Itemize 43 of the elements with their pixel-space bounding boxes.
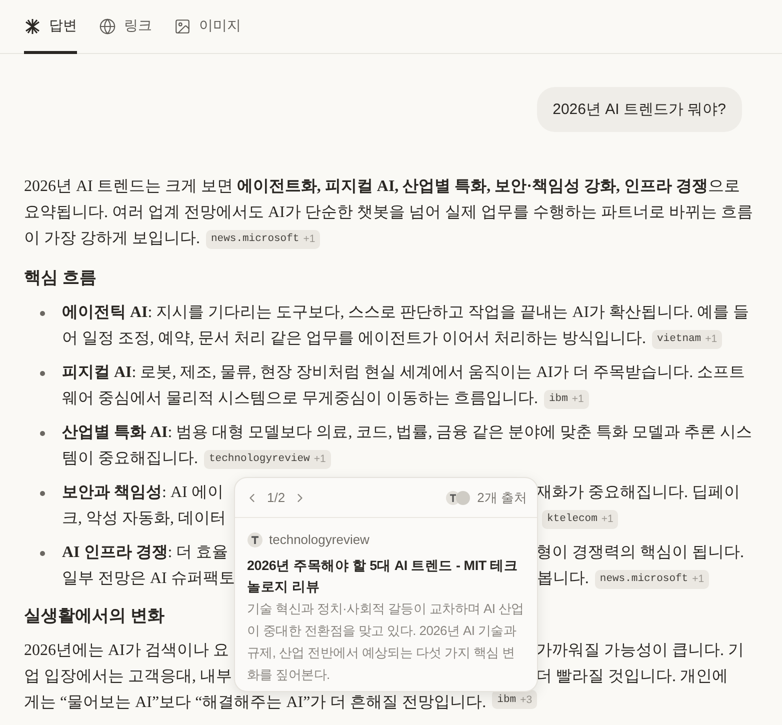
section-heading: 핵심 흐름 [24, 267, 97, 289]
citation-chip[interactable]: ibm +3 [492, 690, 538, 709]
image-icon [174, 18, 191, 34]
list-item-text: 피지컬 AI: 로봇, 제조, 물류, 현장 장비처럼 현실 세계에서 움직이는 AI가 더 주목받습니다. 소프트웨어 중심에서 물리적 시스템으로 무게중심이 이동하는 흐름입니다. ibm +1 [62, 360, 758, 412]
article-description: 기술 혁신과 정치·사회적 갈등이 교차하며 AI 산업이 중대한 전환점을 맞고 있다. 2026년 AI 기술과 규제, 산업 전반에서 예상되는 다섯 가지 핵심 변화를 짚어본다. [247, 600, 525, 684]
paragraph-line: 게는 “물어보는 AI”보다 “해결해주는 AI”가 더 흔해질 전망입니다. [24, 693, 486, 713]
tab[interactable]: 이미지 [174, 0, 241, 54]
list-item-text: 에이전틱 AI: 지시를 기다리는 도구보다, 스스로 판단하고 작업을 끝내는 AI가 확산됩니다. 예를 들어 일정 조정, 예약, 문서 처리 같은 업무를 에이전트가 이어서 처리하는 방식입니다. vietnam +1 [62, 300, 758, 352]
article-title[interactable]: 2026년 주목해야 할 5대 AI 트렌드 - MIT 테크놀로지 리뷰 [247, 555, 525, 597]
list-item-text: 산업별 특화 AI: 범용 대형 모델보다 의료, 코드, 법률, 금융 같은 분야에 맞춘 특화 모델과 추론 시스템이 중요해집니다. technologyreview +1 [62, 420, 758, 472]
paragraph-line: 크, 악성 자동화, 데이터 [62, 510, 226, 527]
page-indicator: 1/2 [267, 488, 286, 506]
paragraph-line: 재화가 중요해집니다. 딥페이 [536, 484, 740, 501]
tab[interactable]: 링크 [99, 0, 152, 54]
paragraph-line: 일부 전망은 AI 슈퍼팩토 [62, 570, 235, 587]
bullet [40, 431, 45, 436]
paragraph-line: 형이 경쟁력의 핵심이 됩니다. [536, 544, 744, 561]
source-logos-icon [445, 490, 472, 506]
paragraph-line: 봅니다. [536, 570, 589, 587]
citation-chip[interactable]: technologyreview +1 [204, 450, 331, 468]
globe-icon [99, 18, 116, 34]
paragraph-line: 업 입장에서는 고객응대, 내부 [24, 668, 232, 685]
citation-chip[interactable]: news.microsoft +1 [206, 230, 320, 248]
spark-icon [24, 18, 41, 34]
paragraph-line: 2026년에는 AI가 검색이나 요 [24, 642, 229, 659]
user-message: 2026년 AI 트렌드가 뭐야? [536, 87, 742, 132]
citation-chip[interactable]: ktelecom +1 [542, 510, 618, 528]
citation-chip[interactable]: ibm +1 [544, 390, 589, 408]
bullet [40, 311, 45, 316]
section-heading: 실생활에서의 변화 [24, 605, 165, 627]
paragraph-line: 보안과 책임성: AI 에이 [62, 484, 224, 501]
bullet [40, 371, 45, 376]
paragraph: 2026년 AI 트렌드는 크게 보면 에이전트화, 피지컬 AI, 산업별 특화, 보안·책임성 강화, 인프라 경쟁으로 요약됩니다. 여러 업계 전망에서도 AI가 단순한 챗봇을 넘어 실제 업무를 수행하는 파트너로 바뀌는 흐름이 가장 강하게 보입니다. news.microsoft +1 [24, 177, 754, 250]
citation-chip[interactable]: vietnam +1 [652, 330, 722, 348]
paragraph-line: 가까워질 가능성이 큽니다. 기 [536, 642, 744, 659]
paragraph-line: AI 인프라 경쟁: 더 효율 [62, 544, 228, 561]
bullet [40, 551, 45, 556]
tab[interactable]: 답변 [24, 0, 77, 54]
sources-count: 2개 출처 [477, 488, 527, 506]
bullet [40, 491, 45, 496]
source-logo-icon [247, 532, 263, 548]
source-name: technologyreview [269, 531, 370, 549]
citation-chip[interactable]: news.microsoft +1 [594, 570, 710, 588]
